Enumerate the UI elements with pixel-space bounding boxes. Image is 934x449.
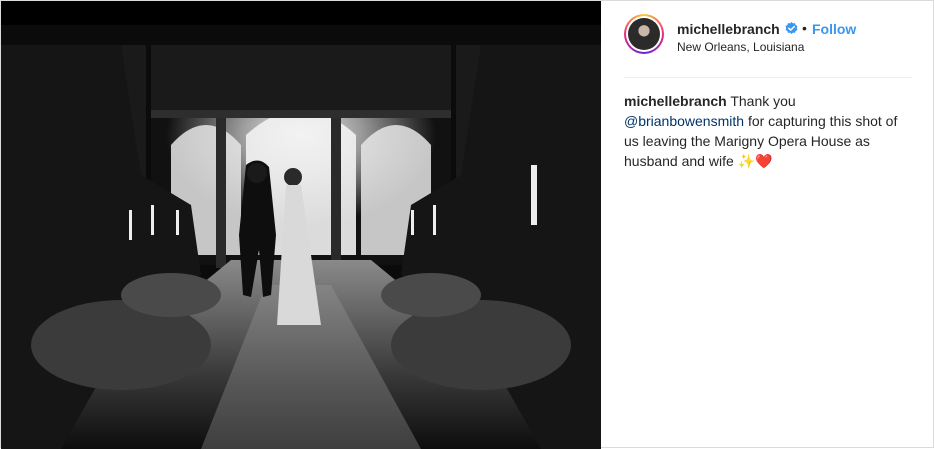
header-divider xyxy=(624,77,912,78)
caption-emoji: ✨❤️ xyxy=(737,153,773,169)
post-side-panel: michellebranch • Follow New Orleans, Lou… xyxy=(602,1,933,447)
caption-text-before: Thank you xyxy=(730,93,796,109)
caption-mention-link[interactable]: @brianbowensmith xyxy=(624,113,744,129)
follow-button[interactable]: Follow xyxy=(812,21,856,37)
avatar-image xyxy=(628,18,660,50)
separator-dot: • xyxy=(802,20,807,36)
avatar[interactable] xyxy=(624,14,664,54)
location-link[interactable]: New Orleans, Louisiana xyxy=(677,40,804,54)
post-photo[interactable] xyxy=(1,25,601,449)
username-link[interactable]: michellebranch xyxy=(677,21,780,37)
caption-username[interactable]: michellebranch xyxy=(624,93,727,109)
post-header: michellebranch • Follow New Orleans, Lou… xyxy=(602,1,933,77)
wedding-photo-illustration xyxy=(1,25,601,449)
verified-badge-icon xyxy=(785,22,798,34)
post-caption: michellebranch Thank you @brianbowensmit… xyxy=(624,91,914,171)
photo-top-bar xyxy=(1,1,601,25)
instagram-post: michellebranch • Follow New Orleans, Lou… xyxy=(0,0,934,449)
